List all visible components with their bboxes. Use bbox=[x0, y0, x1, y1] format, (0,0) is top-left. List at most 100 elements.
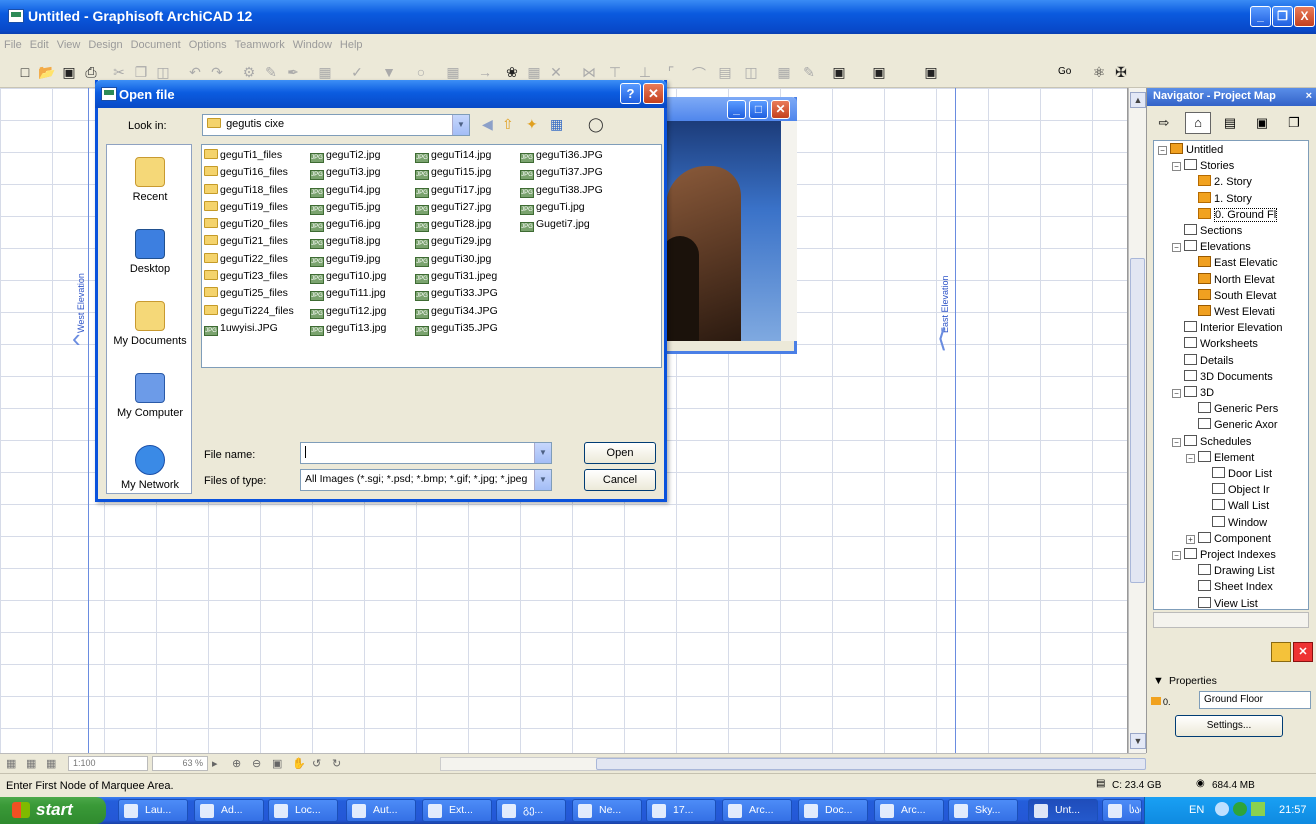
cross-icon[interactable]: ✕ bbox=[547, 64, 565, 81]
update-tray-icon[interactable] bbox=[1251, 802, 1265, 816]
file-name-chevron-icon[interactable]: ▼ bbox=[534, 443, 551, 463]
file-item[interactable]: JPG geguTi30.jpg bbox=[415, 253, 498, 270]
menu-help[interactable]: Help bbox=[336, 34, 367, 51]
up-folder-icon[interactable]: ⇧ bbox=[502, 116, 514, 133]
menu-teamwork[interactable]: Teamwork bbox=[231, 34, 289, 51]
previous-zoom-icon[interactable]: ↺ bbox=[312, 757, 321, 770]
west-elevation-marker-icon[interactable]: ‹ bbox=[72, 323, 81, 354]
align-icon[interactable]: ⊤ bbox=[606, 64, 624, 81]
chevron-down-icon[interactable]: ▼ bbox=[452, 115, 469, 135]
delete-view-icon[interactable]: ✕ bbox=[1293, 642, 1313, 662]
restore-button[interactable]: ❐ bbox=[1272, 6, 1293, 27]
tree-item[interactable]: 3D Documents bbox=[1184, 369, 1273, 386]
tree-item[interactable]: Component bbox=[1198, 531, 1271, 548]
taskbar-button[interactable]: Doc... bbox=[798, 799, 868, 822]
new-file-icon[interactable]: □ bbox=[16, 64, 34, 80]
tree-expander-icon[interactable]: + bbox=[1186, 534, 1195, 544]
navigator-popup-icon[interactable]: ⇨ bbox=[1151, 112, 1177, 134]
tree-expander-icon[interactable]: − bbox=[1172, 162, 1181, 172]
file-item[interactable]: JPG geguTi28.jpg bbox=[415, 218, 498, 235]
folder-item[interactable]: geguTi1_files bbox=[204, 149, 294, 166]
place-my-network[interactable]: My Network bbox=[107, 445, 193, 491]
app-title-bar[interactable]: Untitled - Graphisoft ArchiCAD 12 _ ❐ X bbox=[0, 0, 1316, 34]
file-type-chevron-icon[interactable]: ▼ bbox=[534, 470, 551, 490]
network-tray-icon[interactable] bbox=[1215, 802, 1229, 816]
copy-icon[interactable]: ❐ bbox=[132, 64, 150, 81]
explode-icon[interactable]: ▦ bbox=[775, 64, 793, 81]
tree-expander-icon[interactable]: − bbox=[1172, 437, 1181, 447]
folder-item[interactable]: geguTi25_files bbox=[204, 287, 294, 304]
print-icon[interactable]: ⎙ bbox=[82, 64, 100, 81]
tree-item[interactable]: North Elevat bbox=[1198, 272, 1275, 289]
tree-item[interactable]: Element bbox=[1198, 450, 1254, 467]
taskbar-button[interactable]: Aut... bbox=[346, 799, 416, 822]
folder-item[interactable]: geguTi21_files bbox=[204, 235, 294, 252]
paste-icon[interactable]: ◫ bbox=[154, 64, 172, 81]
tree-item[interactable]: Generic Axor bbox=[1198, 418, 1278, 434]
scroll-down-icon[interactable]: ▼ bbox=[1130, 733, 1146, 749]
file-type-dropdown[interactable]: All Images (*.sgi; *.psd; *.bmp; *.gif; … bbox=[300, 469, 552, 491]
file-item[interactable]: JPG geguTi6.jpg bbox=[310, 218, 386, 235]
folder-item[interactable]: geguTi23_files bbox=[204, 270, 294, 287]
walk-icon[interactable]: ⚛ bbox=[1090, 64, 1108, 81]
zoom-out-icon[interactable]: ⊖ bbox=[252, 757, 261, 770]
snap-icon[interactable]: ○ bbox=[412, 64, 430, 80]
layer-combo-icon[interactable]: ▦ bbox=[26, 757, 36, 770]
tree-horizontal-scrollbar[interactable] bbox=[1153, 612, 1309, 628]
pan-icon[interactable]: ✋ bbox=[292, 757, 306, 770]
image-minimize-icon[interactable]: _ bbox=[727, 100, 746, 119]
help-icon[interactable]: ? bbox=[620, 83, 641, 104]
file-item[interactable]: JPG geguTi36.JPG bbox=[520, 149, 603, 166]
tree-item[interactable]: Generic Pers bbox=[1198, 402, 1278, 418]
tree-item[interactable]: Object Ir bbox=[1212, 483, 1270, 499]
pencil-icon[interactable]: ✎ bbox=[262, 64, 280, 81]
tree-expander-icon[interactable]: − bbox=[1158, 146, 1167, 155]
gravity-icon[interactable]: ▼ bbox=[380, 64, 398, 80]
file-item[interactable]: JPG geguTi4.jpg bbox=[310, 184, 386, 201]
taskbar-button[interactable]: გე... bbox=[496, 799, 566, 822]
layout-icon[interactable]: ▣ bbox=[922, 64, 940, 81]
taskbar-button[interactable]: Arc... bbox=[722, 799, 792, 822]
fit-window-icon[interactable]: ▣ bbox=[272, 757, 282, 770]
properties-toggle-icon[interactable]: ▼ bbox=[1153, 675, 1164, 687]
tree-item[interactable]: 2. Story bbox=[1198, 175, 1252, 191]
tree-item[interactable]: Stories bbox=[1184, 159, 1234, 175]
go-button[interactable]: Go bbox=[1058, 66, 1071, 77]
zoom-in-icon[interactable]: ⊕ bbox=[232, 757, 241, 770]
folder-item[interactable]: geguTi224_files bbox=[204, 304, 294, 322]
project-map-tree[interactable]: Untitled − Stories −2. Story 1. Story 0. Grou… bbox=[1153, 140, 1309, 610]
menu-edit[interactable]: Edit bbox=[26, 34, 53, 51]
taskbar-button[interactable]: 17... bbox=[646, 799, 716, 822]
suspend-icon[interactable]: ▦ bbox=[525, 64, 543, 81]
offset-icon[interactable]: ⌜ bbox=[662, 64, 680, 81]
file-item[interactable]: JPG geguTi13.jpg bbox=[310, 322, 386, 339]
tree-item[interactable]: West Elevati bbox=[1198, 305, 1275, 321]
arrow-icon[interactable]: → bbox=[476, 64, 494, 80]
tree-item[interactable]: Drawing List bbox=[1198, 564, 1275, 580]
story-name-field[interactable]: Ground Floor bbox=[1199, 691, 1311, 709]
tree-item[interactable]: Door List bbox=[1212, 467, 1272, 483]
publisher-tab[interactable]: ❐ bbox=[1281, 112, 1307, 134]
resize-icon[interactable]: ◫ bbox=[742, 64, 760, 81]
tree-item[interactable]: Untitled bbox=[1170, 143, 1223, 159]
figure-icon[interactable]: ✠ bbox=[1112, 64, 1130, 81]
file-item[interactable]: JPG geguTi17.jpg bbox=[415, 184, 498, 201]
file-item[interactable]: JPG geguTi3.jpg bbox=[310, 166, 386, 183]
menu-design[interactable]: Design bbox=[84, 34, 126, 51]
image-maximize-icon[interactable]: □ bbox=[749, 100, 768, 119]
view-map-tab[interactable]: ▤ bbox=[1217, 112, 1243, 134]
place-my-documents[interactable]: My Documents bbox=[107, 301, 193, 347]
file-item[interactable]: JPG geguTi33.JPG bbox=[415, 287, 498, 304]
settings-button[interactable]: Settings... bbox=[1175, 715, 1283, 737]
file-item[interactable]: JPG geguTi15.jpg bbox=[415, 166, 498, 183]
project-map-tab[interactable]: ⌂ bbox=[1185, 112, 1211, 134]
open-folder-icon[interactable]: 📂 bbox=[38, 64, 56, 81]
pen-set-icon[interactable]: ▦ bbox=[46, 757, 56, 770]
taskbar-button[interactable]: სად... bbox=[1102, 799, 1142, 822]
taskbar-button[interactable]: Loc... bbox=[268, 799, 338, 822]
layer-icon[interactable]: ▦ bbox=[316, 64, 334, 81]
image-window-title-bar[interactable]: _ □ ✕ bbox=[663, 97, 797, 121]
zoom-field[interactable]: 63 % bbox=[152, 756, 208, 771]
view-menu-icon[interactable]: ▦ bbox=[550, 116, 563, 133]
dialog-close-icon[interactable]: ✕ bbox=[643, 83, 664, 104]
